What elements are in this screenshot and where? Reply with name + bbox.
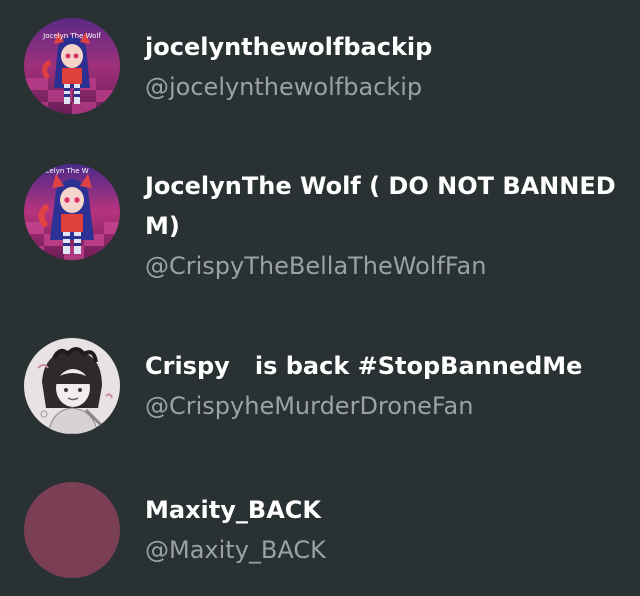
- user-handle[interactable]: @jocelynthewolfbackip: [145, 67, 622, 107]
- user-list: Jocelyn The Wolf jocelynthewolfbackip @j…: [0, 0, 640, 596]
- gacha-character-avatar-icon[interactable]: Jocelyn The W: [24, 164, 120, 260]
- user-handle[interactable]: @CrispyheMurderDroneFan: [145, 386, 622, 426]
- user-row[interactable]: Jocelyn The Wolf jocelynthewolfbackip @j…: [0, 0, 640, 130]
- sketch-drawing-avatar-icon[interactable]: [24, 338, 120, 434]
- user-handle[interactable]: @CrispyTheBellaTheWolfFan: [145, 246, 622, 286]
- display-name[interactable]: Maxity_BACK: [145, 490, 622, 530]
- avatar-caption: Jocelyn The W: [38, 167, 88, 175]
- user-row[interactable]: Crispy is back #StopBannedMe @CrispyheMu…: [0, 320, 640, 450]
- avatar-caption: Jocelyn The Wolf: [42, 32, 101, 40]
- display-name[interactable]: jocelynthewolfbackip: [145, 27, 622, 67]
- gacha-character-avatar-icon[interactable]: Jocelyn The Wolf: [24, 18, 120, 114]
- display-name[interactable]: JocelynThe Wolf ( DO NOT BANNED M): [145, 166, 622, 246]
- display-name[interactable]: Crispy is back #StopBannedMe: [145, 346, 622, 386]
- user-row[interactable]: Jocelyn The W JocelynThe Wolf ( DO NOT B…: [0, 140, 640, 300]
- user-handle[interactable]: @Maxity_BACK: [145, 530, 622, 570]
- user-row[interactable]: Maxity_BACK @Maxity_BACK: [0, 466, 640, 596]
- default-color-avatar-icon[interactable]: [24, 482, 120, 578]
